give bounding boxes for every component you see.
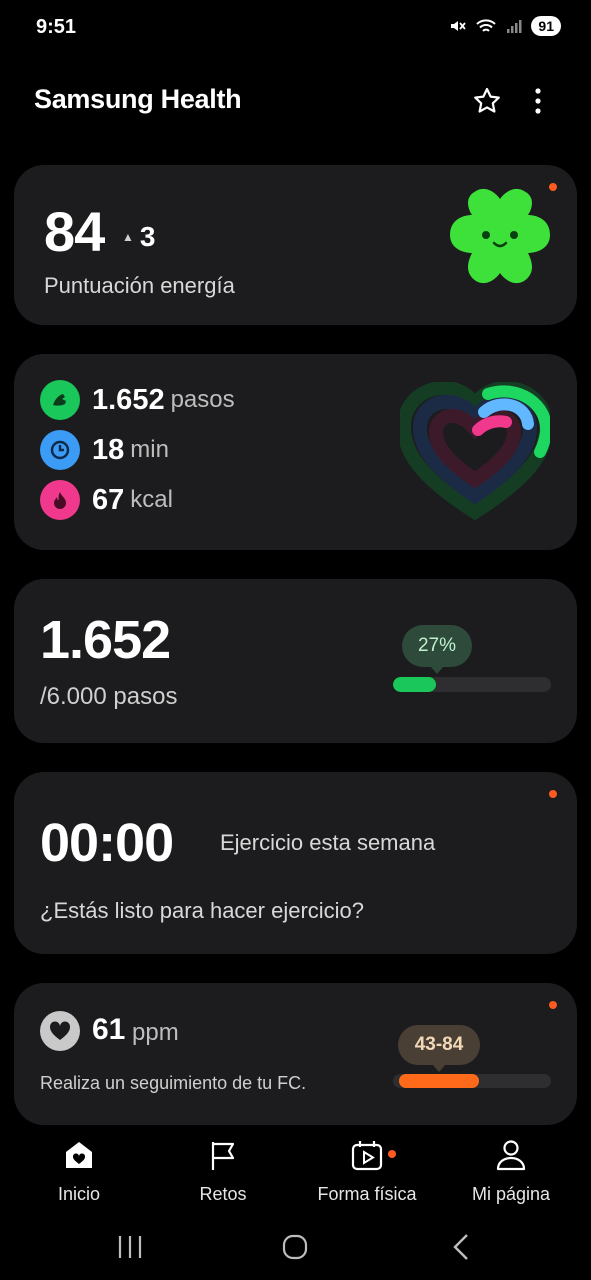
steps-unit: pasos	[170, 386, 235, 413]
wifi-icon	[476, 19, 497, 32]
heart-rate-message: Realiza un seguimiento de tu FC.	[40, 1073, 307, 1093]
steps-progress-bar	[393, 677, 551, 692]
steps-goal-card[interactable]: 1.652 /6.000 pasos 27%	[14, 579, 577, 743]
flag-icon	[211, 1142, 235, 1170]
minutes-row: 18 min	[40, 430, 169, 470]
exercise-card[interactable]: 00:00 Ejercicio esta semana ¿Estás listo…	[14, 772, 577, 954]
nav-tab-forma-fisica[interactable]: Forma física	[297, 1138, 437, 1205]
energy-score-label: Puntuación energía	[44, 273, 235, 298]
nav-tab-retos[interactable]: Retos	[153, 1138, 293, 1205]
nav-label-retos: Retos	[199, 1184, 247, 1204]
notification-dot	[549, 790, 557, 798]
nav-tab-mi-pagina[interactable]: Mi página	[441, 1138, 581, 1205]
bottom-navigation: Inicio Retos Forma física Mi página	[0, 1126, 591, 1216]
heart-rate-range-bubble: 43-84	[398, 1025, 480, 1072]
steps-row: 1.652 pasos	[40, 380, 235, 420]
home-icon	[66, 1142, 92, 1168]
flame-icon	[40, 480, 80, 520]
steps-progress-fill	[393, 677, 436, 692]
exercise-prompt: ¿Estás listo para hacer ejercicio?	[40, 898, 365, 923]
nav-label-forma-fisica: Forma física	[317, 1184, 417, 1204]
notification-dot	[388, 1150, 396, 1158]
exercise-time: 00:00	[40, 813, 174, 873]
up-arrow-icon: ▲	[122, 230, 134, 244]
heart-icon	[40, 1011, 80, 1051]
heart-rate-card[interactable]: 61 ppm Realiza un seguimiento de tu FC. …	[14, 983, 577, 1125]
star-icon[interactable]	[472, 86, 502, 116]
app-title: Samsung Health	[34, 84, 242, 114]
signal-icon	[507, 20, 522, 33]
back-icon[interactable]	[441, 1230, 481, 1264]
nav-tab-inicio[interactable]: Inicio	[9, 1138, 149, 1205]
home-circle-icon[interactable]	[275, 1230, 315, 1264]
activity-heart-rings	[400, 382, 550, 521]
kcal-value: 67	[92, 483, 125, 516]
nav-label-mi-pagina: Mi página	[471, 1184, 551, 1204]
daily-activity-card[interactable]: 1.652 pasos 18 min 67 kcal	[14, 354, 577, 550]
energy-score-value: 84	[44, 200, 105, 263]
heart-rate-range-fill	[399, 1074, 479, 1088]
energy-delta-value: 3	[139, 221, 156, 252]
heart-rate-unit: ppm	[132, 1019, 179, 1046]
status-time: 9:51	[36, 16, 77, 38]
recents-icon[interactable]	[110, 1230, 150, 1264]
kcal-unit: kcal	[130, 486, 173, 513]
clock-icon	[40, 430, 80, 470]
status-icons: 91	[449, 16, 561, 36]
status-bar: 9:51 91	[0, 0, 591, 56]
notification-dot	[549, 1001, 557, 1009]
energy-mascot-icon	[450, 188, 550, 284]
more-vert-icon[interactable]	[526, 86, 550, 116]
energy-score-card[interactable]: 84 ▲ 3 Puntuación energía	[14, 165, 577, 325]
mute-icon	[451, 21, 467, 31]
heart-rate-value: 61	[92, 1013, 126, 1046]
notification-dot	[549, 183, 557, 191]
battery-icon: 91	[531, 16, 561, 36]
shoe-icon	[40, 380, 80, 420]
nav-label-inicio: Inicio	[57, 1184, 101, 1204]
heart-rate-range-bar	[393, 1074, 551, 1088]
fitness-play-icon	[351, 1141, 383, 1171]
minutes-unit: min	[130, 436, 169, 463]
person-icon	[496, 1140, 526, 1171]
kcal-row: 67 kcal	[40, 480, 173, 520]
steps-percent-bubble: 27%	[402, 625, 472, 674]
steps-value: 1.652	[92, 383, 165, 416]
steps-count: 1.652	[40, 610, 171, 670]
steps-goal: /6.000 pasos	[40, 683, 178, 710]
system-navigation-bar	[0, 1216, 591, 1280]
minutes-value: 18	[92, 433, 125, 466]
exercise-label: Ejercicio esta semana	[220, 830, 436, 855]
energy-score-delta: ▲ 3	[122, 221, 155, 253]
